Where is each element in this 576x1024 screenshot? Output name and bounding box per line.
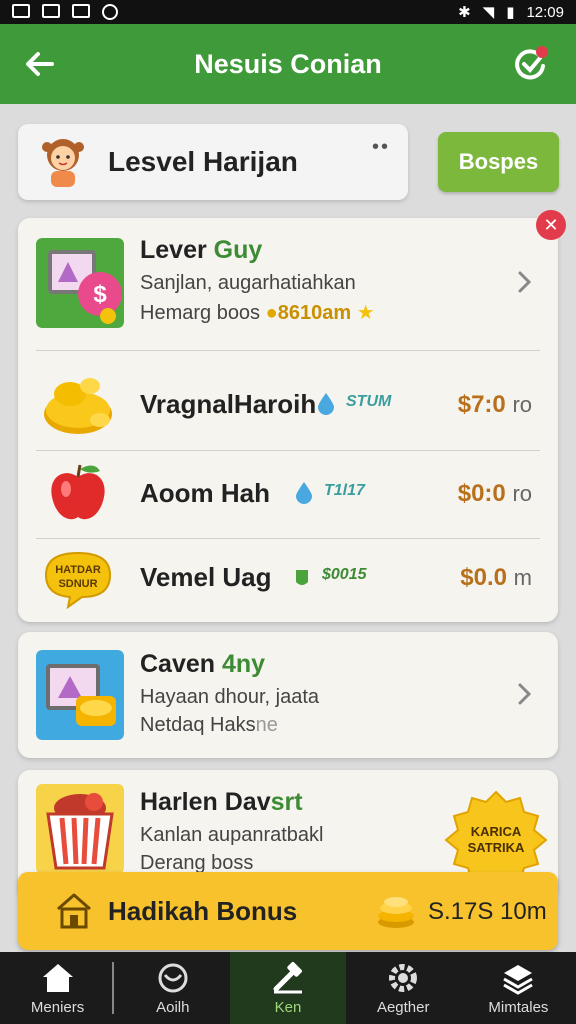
nav-item-aoilh[interactable]: Aoilh [115,952,230,1024]
item-price: $0.0 m [460,564,532,591]
bottom-navigation: Meniers Aoilh Ken Aegther Mimtales [0,952,576,1024]
gift-basket-icon [36,784,124,874]
more-options-icon[interactable]: •• [372,136,390,159]
bonus-bar[interactable]: Hadikah Bonus S.17S 10m [18,872,558,950]
wifi-icon: ◥ [482,4,495,21]
green-drop-icon [296,570,308,585]
item-name: VragnalHaroih [140,389,317,419]
item-price: $7:0 ro [457,391,532,418]
card-line-2: Netdaq Haksne [140,714,278,736]
card-title: Caven 4ny [140,650,266,678]
nav-item-home[interactable]: Meniers [0,952,115,1024]
avatar [42,139,84,187]
card-line-1: Hayaan dhour, jaata [140,686,320,708]
bospes-button[interactable]: Bospes [438,132,559,192]
back-arrow-icon[interactable] [22,46,58,82]
featured-subtitle: Sanjlan, augarhatiahkan [140,272,356,294]
badge-line-1: KARICA [471,824,522,839]
stamp-line-2: SDNUR [58,578,97,590]
apple-icon [51,464,105,520]
house-icon [57,893,91,929]
featured-offer[interactable]: $ Lever Guy Sanjlan, augarhatiahkan Hema… [18,218,558,348]
bonus-value: S.17S 10m [428,898,547,925]
divider [36,350,540,351]
chevron-right-icon[interactable] [512,270,536,294]
coin-pile-icon [44,378,112,434]
home-icon [42,963,73,992]
item-name: Aoom Hah [140,478,270,508]
stack-icon [503,964,534,995]
speech-bubble-icon: HATDAR SDNUR [44,551,112,610]
level-card[interactable]: Lesvel Harijan •• [18,124,408,200]
bonus-label: Hadikah Bonus [108,895,298,926]
image-icon [42,4,60,18]
item-tag: STUM [346,393,392,410]
voicemail-icon [72,4,90,18]
list-item[interactable]: VragnalHaroih STUM $7:0 ro [18,361,558,449]
nav-item-settings[interactable]: Aegther [346,952,461,1024]
badge-line-2: SATRIKA [468,840,525,855]
signal-icon: ▮ [506,4,515,21]
water-drop-icon [318,393,334,415]
water-drop-icon [296,482,312,504]
item-tag: T1l17 [324,482,365,499]
app-bar: Nesuis Conian [0,24,576,104]
item-price: $0:0 ro [457,480,532,507]
chevron-right-icon[interactable] [512,682,536,706]
status-time: 12:09 [526,3,564,21]
sync-icon [102,4,118,20]
ring-icon [158,963,188,992]
card-thumbnail [36,650,124,740]
card-line-1: Kanlan aupanratbakl [140,824,324,846]
nav-item-mimtales[interactable]: Mimtales [461,952,576,1024]
list-item[interactable]: HATDAR SDNUR Vemel Uag $0015 $0.0 m [18,534,558,622]
nav-item-ken[interactable]: Ken [230,952,346,1024]
svg-text:$: $ [93,281,107,308]
offer-card-caven[interactable]: Caven 4ny Hayaan dhour, jaata Netdaq Hak… [18,632,558,758]
coin-icon: ● [265,302,278,324]
level-name: Lesvel Harijan [108,146,298,177]
featured-thumbnail: $ [36,238,124,328]
page-title: Nesuis Conian [194,48,382,79]
gear-icon [389,963,418,992]
offers-card: ✕ $ Lever Guy Sanjlan, augarhatiahkan He… [18,210,566,622]
hammer-icon [273,961,302,993]
card-content: Caven 4ny Hayaan dhour, jaata Netdaq Hak… [18,632,558,762]
featured-title: Lever Guy [140,236,263,264]
featured-detail: Hemarg boos ●8610am ★ [140,302,375,324]
status-bar: ✱ ◥ ▮ 12:09 [0,0,576,24]
list-item[interactable]: Aoom Hah T1l17 $0:0 ro [18,450,558,538]
item-tag: $0015 [322,566,367,583]
item-name: Vemel Uag [140,562,272,592]
card-title: Harlen Davsrt [140,788,303,816]
coins-stack-icon [378,897,414,928]
star-icon: ★ [356,302,375,324]
bluetooth-icon: ✱ [458,4,471,21]
stamp-line-1: HATDAR [55,564,101,576]
notification-icon [12,4,30,18]
refresh-icon[interactable] [510,44,550,84]
